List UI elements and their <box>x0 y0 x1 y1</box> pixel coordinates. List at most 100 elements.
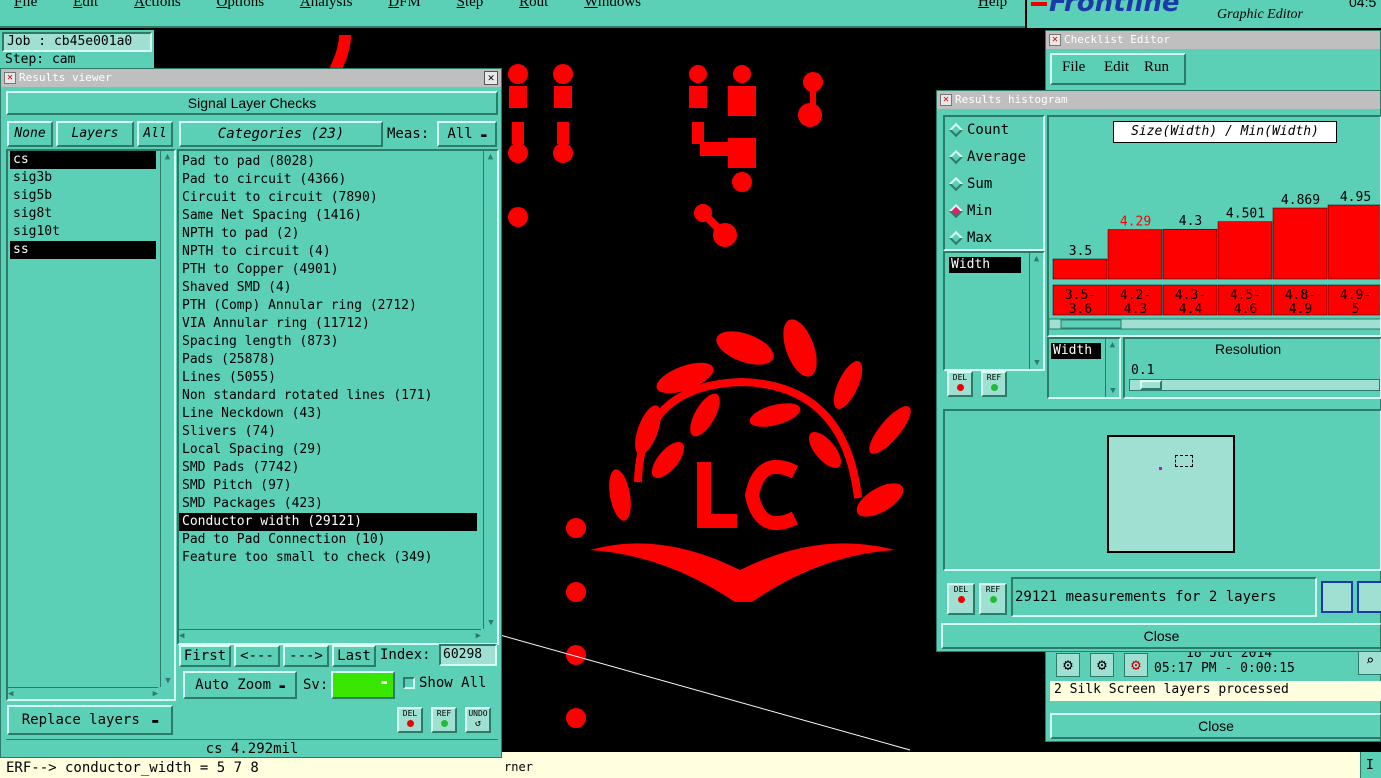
layers-list-hscrollbar[interactable]: ◀ ▶ <box>8 687 158 699</box>
results-histogram-titlebar[interactable]: ✕ Results histogram <box>937 91 1380 109</box>
scroll-left-icon[interactable]: ◀ <box>179 630 184 642</box>
category-item[interactable]: Shaved SMD (4) <box>179 279 477 297</box>
menu-file[interactable]: File <box>14 0 37 11</box>
scroll-down-icon[interactable]: ▼ <box>161 675 175 687</box>
last-button[interactable]: Last <box>332 645 376 667</box>
menu-step[interactable]: Step <box>457 0 484 11</box>
resolution-list-scrollbar[interactable]: ▲ ▼ <box>1105 339 1119 397</box>
results-viewer-titlebar[interactable]: ✕ Results viewer ✕ <box>1 69 501 87</box>
chart-hscrollbar-thumb[interactable] <box>1060 319 1122 329</box>
category-item[interactable]: Pad to pad (8028) <box>179 153 477 171</box>
category-item[interactable]: Local Spacing (29) <box>179 441 477 459</box>
scroll-up-icon[interactable]: ▲ <box>484 151 497 163</box>
scroll-right-icon[interactable]: ▶ <box>153 688 158 700</box>
menu-analysis[interactable]: Analysis <box>300 0 353 11</box>
layer-item-ss[interactable]: ss <box>10 241 156 259</box>
category-item[interactable]: Feature too small to check (349) <box>179 549 477 567</box>
field-list-item[interactable]: Width <box>949 257 1021 273</box>
histogram-bar[interactable] <box>1052 258 1108 280</box>
checklist-menu-file[interactable]: File <box>1062 59 1085 76</box>
scroll-up-icon[interactable]: ▲ <box>1106 339 1119 351</box>
category-item[interactable]: PTH to Copper (4901) <box>179 261 477 279</box>
scroll-up-icon[interactable]: ▲ <box>1030 253 1043 265</box>
resolution-slider-thumb[interactable] <box>1140 380 1162 390</box>
category-item[interactable]: PTH (Comp) Annular ring (2712) <box>179 297 477 315</box>
histogram-close-button[interactable]: Close <box>941 623 1381 649</box>
checklist-editor-titlebar[interactable]: ✕ Checklist Editor <box>1046 31 1380 49</box>
ref-button[interactable]: REF <box>431 707 457 733</box>
meas-dropdown[interactable]: All ▬ <box>437 121 497 147</box>
layer-item-sig5b[interactable]: sig5b <box>10 187 156 205</box>
menu-windows[interactable]: Windows <box>584 0 641 11</box>
first-button[interactable]: First <box>179 645 231 667</box>
mode-radio-max[interactable]: Max <box>945 225 1043 252</box>
histogram-ref-button[interactable]: REF <box>981 371 1007 397</box>
mode-radio-sum[interactable]: Sum <box>945 171 1043 198</box>
index-input[interactable]: 60298 <box>439 644 497 666</box>
sv-color-dropdown[interactable]: ▬ <box>331 671 395 699</box>
run-all-icon[interactable]: ⚙ <box>1090 653 1114 677</box>
scroll-down-icon[interactable]: ▼ <box>484 617 498 629</box>
field-list[interactable]: Width ▲ ▼ <box>943 251 1045 371</box>
auto-zoom-dropdown[interactable]: Auto Zoom ▬ <box>183 671 297 699</box>
category-item[interactable]: Lines (5055) <box>179 369 477 387</box>
category-item[interactable]: Same Net Spacing (1416) <box>179 207 477 225</box>
categories-scrollbar[interactable]: ▲ ▼ <box>483 151 497 629</box>
preview-ref-button[interactable]: REF <box>979 583 1007 615</box>
close-icon[interactable]: ✕ <box>484 71 498 85</box>
category-item[interactable]: SMD Pitch (97) <box>179 477 477 495</box>
del-button[interactable]: DEL <box>397 707 423 733</box>
categories-button[interactable]: Categories (23) <box>179 121 383 147</box>
export-alt-icon[interactable] <box>1357 581 1381 613</box>
mode-radio-average[interactable]: Average <box>945 144 1043 171</box>
category-item[interactable]: Pads (25878) <box>179 351 477 369</box>
categories-hscrollbar[interactable]: ◀ ▶ <box>179 629 481 641</box>
category-item[interactable]: SMD Pads (7742) <box>179 459 477 477</box>
resolution-field-item[interactable]: Width <box>1051 343 1101 359</box>
category-item[interactable]: NPTH to circuit (4) <box>179 243 477 261</box>
category-item[interactable]: Pad to Pad Connection (10) <box>179 531 477 549</box>
checklist-menu-run[interactable]: Run <box>1144 59 1169 76</box>
stop-icon[interactable]: ⚙ <box>1124 653 1148 677</box>
layers-button[interactable]: Layers <box>56 121 134 147</box>
layer-item-sig3b[interactable]: sig3b <box>10 169 156 187</box>
menu-dfm[interactable]: DFM <box>388 0 421 11</box>
category-item[interactable]: Circuit to circuit (7890) <box>179 189 477 207</box>
preview-del-button[interactable]: DEL <box>947 583 975 615</box>
category-item[interactable]: Line Neckdown (43) <box>179 405 477 423</box>
scroll-down-icon[interactable]: ▼ <box>1106 385 1120 397</box>
replace-layers-dropdown[interactable]: Replace layers ▬ <box>7 705 173 735</box>
histogram-bar[interactable] <box>1162 228 1218 280</box>
mode-radio-count[interactable]: Count <box>945 117 1043 144</box>
menu-help[interactable]: Help <box>978 0 1007 11</box>
next-button[interactable]: ---> <box>283 645 329 667</box>
histogram-bar[interactable] <box>1327 204 1381 280</box>
mode-radio-min[interactable]: Min <box>945 198 1043 225</box>
field-list-scrollbar[interactable]: ▲ ▼ <box>1029 253 1043 369</box>
categories-list[interactable]: Pad to pad (8028) Pad to circuit (4366) Ci… <box>177 149 499 645</box>
scroll-left-icon[interactable]: ◀ <box>8 688 13 700</box>
menu-actions[interactable]: Actions <box>134 0 181 11</box>
command-line[interactable]: ERF--> conductor_width = 5 7 8 <box>0 757 502 778</box>
layers-list[interactable]: cs sig3b sig5b sig8t sig10t ss ▲ ▼ ◀ ▶ <box>6 149 176 701</box>
histogram-bar[interactable] <box>1107 229 1163 280</box>
menu-rout[interactable]: Rout <box>519 0 548 11</box>
category-item[interactable]: Non standard rotated lines (171) <box>179 387 477 405</box>
scroll-down-icon[interactable]: ▼ <box>1030 357 1044 369</box>
zoom-icon[interactable]: ⌕ <box>1358 649 1381 675</box>
checklist-menu-edit[interactable]: Edit <box>1104 59 1129 76</box>
show-all-checkbox[interactable] <box>403 677 415 689</box>
histogram-del-button[interactable]: DEL <box>947 371 973 397</box>
layer-item-sig10t[interactable]: sig10t <box>10 223 156 241</box>
all-layers-button[interactable]: All <box>137 121 173 147</box>
layers-list-scrollbar[interactable]: ▲ ▼ <box>160 151 174 687</box>
resolution-field-list[interactable]: Width ▲ ▼ <box>1047 337 1121 399</box>
menu-options[interactable]: Options <box>217 0 265 11</box>
histogram-bar[interactable] <box>1272 207 1328 280</box>
histogram-bar[interactable] <box>1217 221 1273 280</box>
scroll-right-icon[interactable]: ▶ <box>476 630 481 642</box>
none-button[interactable]: None <box>7 121 53 147</box>
undo-button[interactable]: UNDO ↺ <box>465 707 491 733</box>
category-item[interactable]: SMD Packages (423) <box>179 495 477 513</box>
category-item[interactable]: Slivers (74) <box>179 423 477 441</box>
